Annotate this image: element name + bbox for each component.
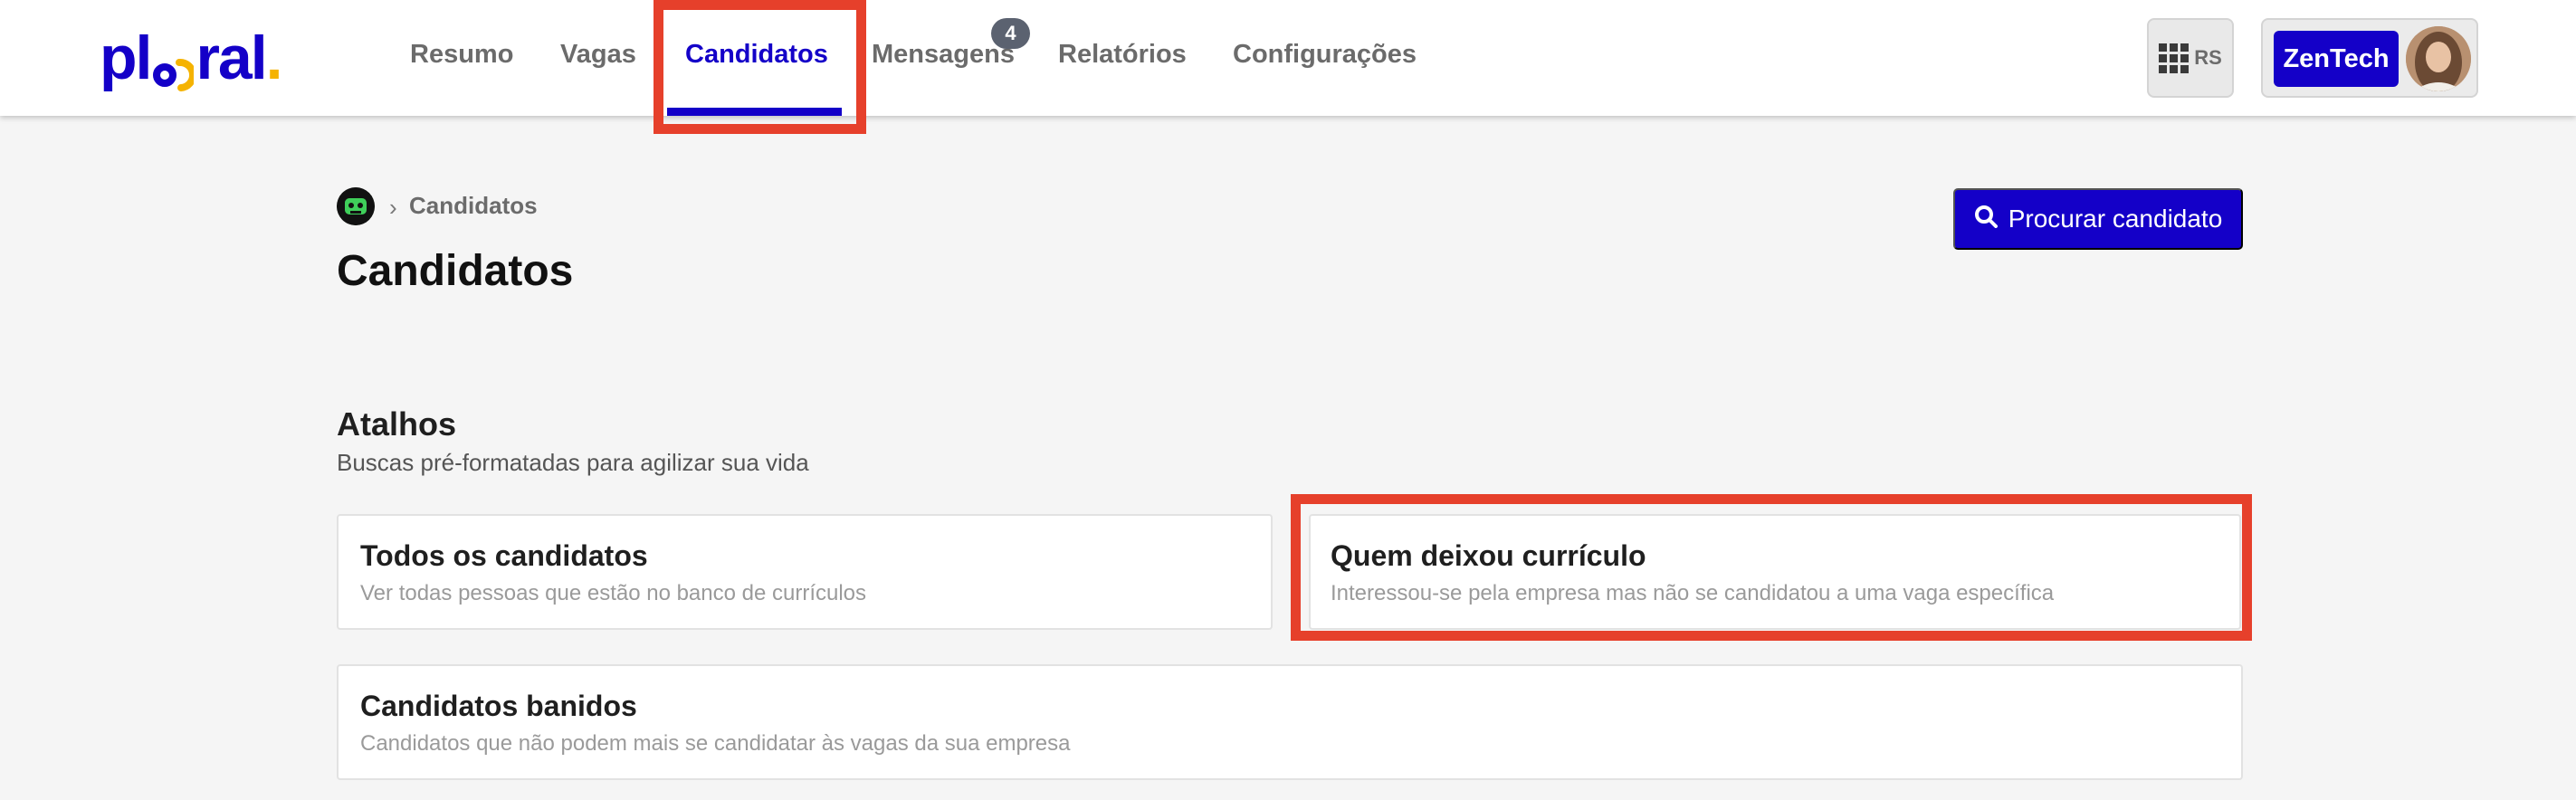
account-menu[interactable]: ZenTech xyxy=(2261,18,2478,98)
highlight-box-candidatos-tab xyxy=(654,0,866,134)
plooral-logo[interactable]: pl ral . xyxy=(100,24,283,92)
shortcut-card-quem-deixou-curriculo[interactable]: Quem deixou currículo Interessou-se pela… xyxy=(1309,514,2241,630)
nav-item-mensagens[interactable]: Mensagens xyxy=(872,40,1015,70)
breadcrumb-current: Candidatos xyxy=(409,192,538,219)
shortcut-card-title: Todos os candidatos xyxy=(360,539,648,572)
shortcut-card-todos-candidatos[interactable]: Todos os candidatos Ver todas pessoas qu… xyxy=(337,514,1273,630)
nav-item-relatorios[interactable]: Relatórios xyxy=(1058,40,1187,70)
search-icon xyxy=(1974,205,1998,234)
top-navbar: pl ral . Resumo Vagas Candidatos Mensage… xyxy=(0,0,2576,116)
logo-dot: . xyxy=(265,24,283,92)
search-candidate-button[interactable]: Procurar candidato xyxy=(1953,188,2243,250)
shortcut-card-title: Candidatos banidos xyxy=(360,690,637,722)
user-avatar[interactable] xyxy=(2406,26,2471,91)
logo-text-start: pl xyxy=(100,24,152,92)
shortcut-card-candidatos-banidos[interactable]: Candidatos banidos Candidatos que não po… xyxy=(337,664,2243,780)
shortcuts-subtitle: Buscas pré-formatadas para agilizar sua … xyxy=(337,449,809,476)
apps-switcher-button[interactable]: RS xyxy=(2147,18,2234,98)
shortcuts-title: Atalhos xyxy=(337,405,457,443)
shortcut-card-description: Candidatos que não podem mais se candida… xyxy=(360,731,1071,756)
apps-label: RS xyxy=(2194,46,2222,69)
page-title: Candidatos xyxy=(337,247,574,295)
apps-grid-icon xyxy=(2159,43,2190,73)
shortcut-card-description: Ver todas pessoas que estão no banco de … xyxy=(360,581,867,605)
nav-item-configuracoes[interactable]: Configurações xyxy=(1233,40,1417,70)
company-avatar-icon[interactable] xyxy=(337,187,375,225)
shortcut-card-description: Interessou-se pela empresa mas não se ca… xyxy=(1331,581,2055,605)
messages-count-badge: 4 xyxy=(991,18,1030,49)
breadcrumb-separator-icon: › xyxy=(389,194,397,221)
shortcut-card-title: Quem deixou currículo xyxy=(1331,539,1646,572)
logo-mark-icon xyxy=(152,41,197,91)
nav-item-resumo[interactable]: Resumo xyxy=(410,40,513,70)
logo-text-end: ral xyxy=(196,24,267,92)
company-switch-button[interactable]: ZenTech xyxy=(2274,31,2399,87)
search-candidate-label: Procurar candidato xyxy=(2008,205,2223,233)
nav-item-vagas[interactable]: Vagas xyxy=(560,40,636,70)
